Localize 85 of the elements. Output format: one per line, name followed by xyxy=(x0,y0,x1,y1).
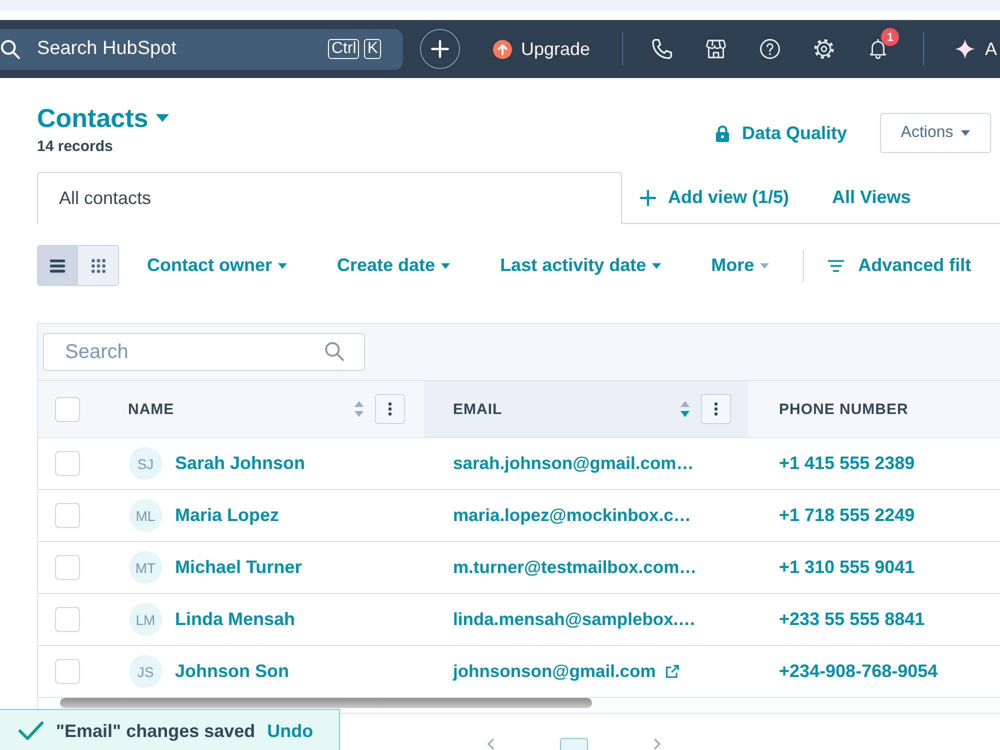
filter-dropdown[interactable]: Contact owner xyxy=(147,255,288,276)
external-link-icon[interactable] xyxy=(666,665,679,678)
upgrade-icon xyxy=(493,40,512,58)
notification-badge: 1 xyxy=(881,28,900,46)
contact-name-link[interactable]: Linda Mensah xyxy=(175,609,296,630)
search-icon xyxy=(325,342,344,361)
sort-icon[interactable] xyxy=(354,400,364,418)
all-views-link[interactable]: All Views xyxy=(832,187,911,208)
email-link[interactable]: linda.mensah@samplebox.… xyxy=(453,609,696,630)
phone-number-link[interactable]: +1 718 555 2249 xyxy=(779,505,915,526)
check-icon xyxy=(18,721,44,741)
grid-icon xyxy=(90,258,106,272)
contact-avatar: SJ xyxy=(129,447,162,480)
email-link[interactable]: maria.lopez@mockinbox.c… xyxy=(453,505,691,526)
store-icon[interactable] xyxy=(706,39,726,59)
filter-icon xyxy=(828,260,844,272)
contact-avatar: ML xyxy=(129,499,162,532)
filter-dropdown[interactable]: Last activity date xyxy=(500,255,662,276)
upgrade-button[interactable]: Upgrade xyxy=(493,38,590,60)
phone-number-link[interactable]: +1 415 555 2389 xyxy=(779,453,915,474)
row-checkbox[interactable] xyxy=(55,503,80,528)
filter-dropdown[interactable]: More xyxy=(711,255,770,276)
contact-avatar: MT xyxy=(129,551,162,584)
contact-name-link[interactable]: Johnson Son xyxy=(175,661,289,682)
phone-icon[interactable] xyxy=(652,39,672,59)
lock-icon xyxy=(714,124,730,142)
phone-number-link[interactable]: +1 310 555 9041 xyxy=(779,557,915,578)
list-icon xyxy=(50,258,65,272)
scrollbar-thumb[interactable] xyxy=(60,698,592,708)
data-quality-link[interactable]: Data Quality xyxy=(714,122,847,144)
caret-icon xyxy=(441,262,450,268)
caret-icon xyxy=(652,262,662,268)
sparkle-icon[interactable] xyxy=(955,39,976,59)
undo-button[interactable]: Undo xyxy=(267,720,314,742)
contacts-title-dropdown[interactable]: Contacts xyxy=(37,103,170,133)
column-menu-button[interactable] xyxy=(375,394,405,424)
caret-icon xyxy=(961,130,970,136)
vertical-dots-icon xyxy=(388,402,392,416)
email-link[interactable]: johnsonson@gmail.com xyxy=(453,661,656,682)
plus-button[interactable] xyxy=(420,29,460,69)
contact-avatar: LM xyxy=(129,603,162,636)
sort-icon[interactable] xyxy=(680,400,690,418)
bell-icon[interactable] xyxy=(868,39,888,59)
column-label[interactable]: NAME xyxy=(128,400,174,418)
contact-name-link[interactable]: Sarah Johnson xyxy=(175,453,306,474)
column-label[interactable]: PHONE NUMBER xyxy=(779,400,908,418)
chevron-left-icon[interactable] xyxy=(487,738,495,750)
record-count: 14 records xyxy=(37,138,114,156)
email-link[interactable]: sarah.johnson@gmail.com… xyxy=(453,453,694,474)
select-all-checkbox[interactable] xyxy=(55,396,80,422)
view-tab[interactable]: All contacts xyxy=(37,172,622,224)
settings-icon[interactable] xyxy=(814,39,834,59)
table-search-field[interactable]: Search xyxy=(43,333,365,371)
plus-icon xyxy=(640,190,656,206)
contact-name-link[interactable]: Michael Turner xyxy=(175,557,302,578)
advanced-filters-button[interactable]: Advanced filt xyxy=(828,255,972,276)
email-link[interactable]: m.turner@testmailbox.com… xyxy=(453,557,697,578)
chevron-right-icon[interactable] xyxy=(653,738,661,750)
phone-number-link[interactable]: +234-908-768-9054 xyxy=(779,661,938,682)
assistant-label[interactable]: A xyxy=(985,38,998,60)
row-checkbox[interactable] xyxy=(55,607,80,632)
contact-avatar: JS xyxy=(129,655,162,688)
row-checkbox[interactable] xyxy=(55,659,80,684)
filter-dropdown[interactable]: Create date xyxy=(337,255,450,276)
row-checkbox[interactable] xyxy=(55,451,80,476)
add-view-button[interactable]: Add view (1/5) xyxy=(640,187,790,208)
row-checkbox[interactable] xyxy=(55,555,80,580)
caret-icon xyxy=(278,262,288,268)
actions-dropdown-button[interactable]: Actions xyxy=(880,113,991,153)
phone-number-link[interactable]: +233 55 555 8841 xyxy=(779,609,925,630)
help-icon[interactable] xyxy=(760,39,780,59)
plus-icon xyxy=(431,40,449,58)
column-menu-button[interactable] xyxy=(701,394,731,424)
contact-name-link[interactable]: Maria Lopez xyxy=(175,505,280,526)
column-label[interactable]: EMAIL xyxy=(453,400,502,418)
keyboard-key: K xyxy=(364,38,381,58)
caret-icon xyxy=(156,114,170,122)
grid-view-button[interactable] xyxy=(78,245,119,286)
list-view-button[interactable] xyxy=(37,245,78,286)
vertical-dots-icon xyxy=(714,402,718,416)
toast-message: "Email" changes saved xyxy=(56,720,256,742)
keyboard-key: Ctrl xyxy=(328,38,360,58)
search-icon xyxy=(1,40,20,58)
caret-icon xyxy=(760,262,770,268)
sorted-column-header[interactable]: EMAIL xyxy=(424,381,748,437)
